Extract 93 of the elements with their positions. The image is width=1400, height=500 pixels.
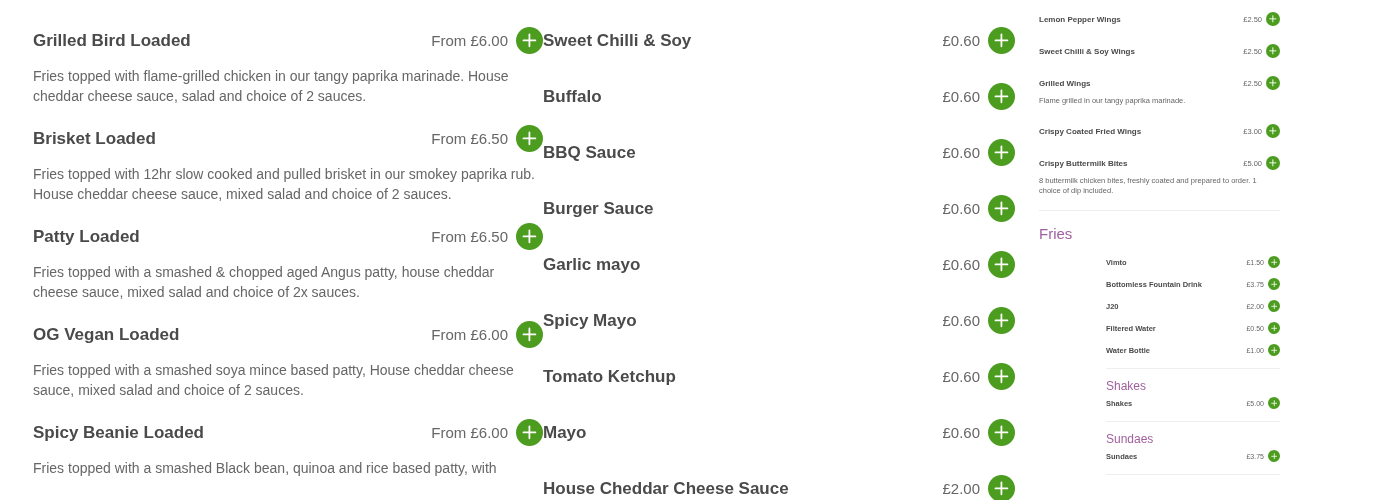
plus-icon bbox=[1270, 324, 1278, 332]
plus-icon bbox=[1270, 452, 1278, 460]
add-button[interactable] bbox=[1268, 256, 1280, 268]
item-name: Sweet Chilli & Soy Wings bbox=[1039, 46, 1136, 56]
item-description: Fries topped with a smashed & chopped aged Angus patty, house cheddar cheese sauce, mixed salad and choice of 2x sauces. bbox=[33, 263, 496, 302]
plus-icon bbox=[1269, 159, 1277, 167]
plus-icon bbox=[522, 229, 537, 244]
item-description: Fries topped with a smashed Black bean, quinoa and rice based patty, with bbox=[33, 459, 498, 478]
plus-icon bbox=[994, 425, 1009, 440]
add-button[interactable] bbox=[1268, 322, 1280, 334]
item-price: £0.60 bbox=[942, 144, 980, 161]
add-button[interactable] bbox=[1268, 278, 1280, 290]
item-price: From £6.50 bbox=[431, 228, 508, 245]
add-button[interactable] bbox=[988, 419, 1015, 446]
item-price: From £6.50 bbox=[431, 130, 508, 147]
add-button[interactable] bbox=[988, 363, 1015, 390]
item-name: Grilled Bird Loaded bbox=[33, 30, 192, 51]
add-button[interactable] bbox=[516, 321, 543, 348]
plus-icon bbox=[994, 89, 1009, 104]
item-name: Lemon Pepper Wings bbox=[1039, 14, 1122, 24]
plus-icon bbox=[1270, 302, 1278, 310]
item-price: £0.60 bbox=[942, 32, 980, 49]
add-button[interactable] bbox=[516, 125, 543, 152]
item-name: Crispy Buttermilk Bites bbox=[1039, 158, 1129, 168]
item-name: Spicy Beanie Loaded bbox=[33, 422, 205, 443]
plus-icon bbox=[1270, 280, 1278, 288]
item-name: Spicy Mayo bbox=[543, 310, 638, 331]
item-description: Fries topped with flame-grilled chicken in our tangy paprika marinade. House cheddar cheese sauce, salad and choice of 2 sauces. bbox=[33, 67, 510, 106]
item-price: £0.60 bbox=[942, 368, 980, 385]
item-name: Mayo bbox=[543, 422, 588, 443]
add-button[interactable] bbox=[988, 307, 1015, 334]
add-button[interactable] bbox=[516, 419, 543, 446]
add-button[interactable] bbox=[988, 195, 1015, 222]
plus-icon bbox=[1269, 79, 1277, 87]
add-button[interactable] bbox=[1268, 450, 1280, 462]
item-name: Tomato Ketchup bbox=[543, 366, 677, 387]
add-button[interactable] bbox=[1266, 12, 1280, 26]
section-heading: Fries bbox=[1039, 225, 1074, 242]
add-button[interactable] bbox=[1266, 124, 1280, 138]
item-description: Fries topped with 12hr slow cooked and pulled brisket in our smokey paprika rub. House cheddar cheese sauce, mixed salad and choice of 2 sauces. bbox=[33, 165, 536, 204]
plus-icon bbox=[994, 313, 1009, 328]
plus-icon bbox=[994, 33, 1009, 48]
plus-icon bbox=[1269, 15, 1277, 23]
section-heading: Sundaes bbox=[1105, 432, 1155, 446]
add-button[interactable] bbox=[988, 27, 1015, 54]
item-price: From £6.00 bbox=[431, 32, 508, 49]
item-name: Sweet Chilli & Soy bbox=[543, 30, 693, 51]
item-name: Buffalo bbox=[543, 86, 603, 107]
add-button[interactable] bbox=[1268, 397, 1280, 409]
item-price: £0.60 bbox=[942, 200, 980, 217]
add-button[interactable] bbox=[988, 251, 1015, 278]
add-button[interactable] bbox=[988, 83, 1015, 110]
section-heading: Shakes bbox=[1105, 379, 1148, 393]
add-button[interactable] bbox=[1266, 76, 1280, 90]
plus-icon bbox=[522, 33, 537, 48]
plus-icon bbox=[994, 481, 1009, 496]
plus-icon bbox=[994, 145, 1009, 160]
item-price: £0.60 bbox=[942, 312, 980, 329]
plus-icon bbox=[994, 257, 1009, 272]
item-name: OG Vegan Loaded bbox=[33, 324, 181, 345]
add-button[interactable] bbox=[1268, 300, 1280, 312]
item-price: From £6.00 bbox=[431, 326, 508, 343]
item-name: Burger Sauce bbox=[543, 198, 655, 219]
add-button[interactable] bbox=[516, 27, 543, 54]
add-button[interactable] bbox=[516, 223, 543, 250]
add-button[interactable] bbox=[1266, 156, 1280, 170]
item-price: £0.60 bbox=[942, 88, 980, 105]
plus-icon bbox=[994, 201, 1009, 216]
item-name: Garlic mayo bbox=[543, 254, 642, 275]
plus-icon bbox=[1270, 258, 1278, 266]
plus-icon bbox=[522, 327, 537, 342]
add-button[interactable] bbox=[988, 475, 1015, 500]
item-name: House Cheddar Cheese Sauce bbox=[543, 478, 790, 499]
item-name: BBQ Sauce bbox=[543, 142, 637, 163]
item-name: Brisket Loaded bbox=[33, 128, 157, 149]
plus-icon bbox=[1269, 47, 1277, 55]
add-button[interactable] bbox=[988, 139, 1015, 166]
item-price: £0.60 bbox=[942, 424, 980, 441]
plus-icon bbox=[522, 131, 537, 146]
item-price: From £6.00 bbox=[431, 424, 508, 441]
add-button[interactable] bbox=[1268, 344, 1280, 356]
add-button[interactable] bbox=[1266, 44, 1280, 58]
item-name: Crispy Coated Fried Wings bbox=[1039, 126, 1143, 136]
item-price: £2.00 bbox=[942, 480, 980, 497]
item-name: Patty Loaded bbox=[33, 226, 141, 247]
plus-icon bbox=[1270, 399, 1278, 407]
plus-icon bbox=[994, 369, 1009, 384]
plus-icon bbox=[522, 425, 537, 440]
plus-icon bbox=[1269, 127, 1277, 135]
item-description: Fries topped with a smashed soya mince based patty, House cheddar cheese sauce, mixed salad and choice of 2 sauces. bbox=[33, 361, 515, 400]
item-name: Grilled Wings bbox=[1039, 78, 1092, 88]
plus-icon bbox=[1270, 346, 1278, 354]
item-price: £0.60 bbox=[942, 256, 980, 273]
